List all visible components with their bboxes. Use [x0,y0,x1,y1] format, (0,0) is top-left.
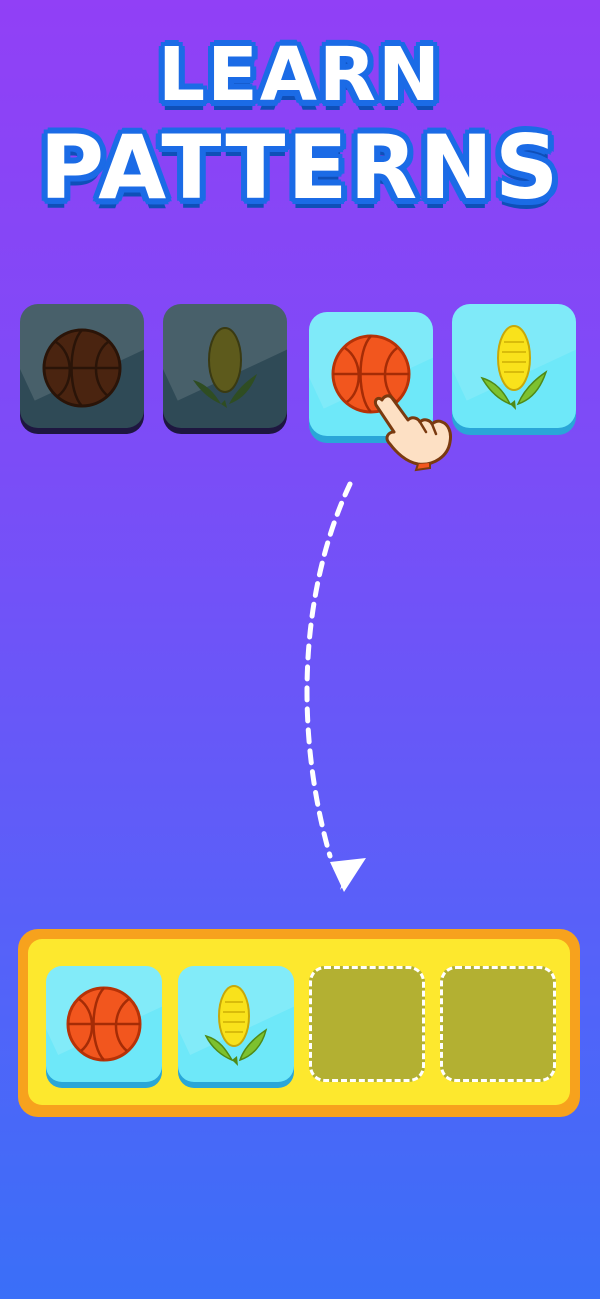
dashed-arrow-down-icon [304,481,366,892]
title-line-learn: LEARN [158,32,442,118]
corn-icon [480,325,548,410]
basketball-icon [42,328,122,408]
answer-slot-4-empty[interactable] [440,966,556,1082]
corn-icon [204,985,268,1066]
basketball-icon [66,986,142,1062]
corn-icon [193,327,257,408]
answer-slot-2-corn[interactable] [178,966,294,1082]
answer-slot-3-empty[interactable] [309,966,425,1082]
pattern-tile-corn-dimmed [163,304,287,428]
answer-slot-1-basketball[interactable] [46,966,162,1082]
hand-pointer-icon [374,394,452,472]
pattern-tile-basketball-dimmed [20,304,144,428]
title-line-patterns: PATTERNS [39,116,561,219]
pattern-tile-corn[interactable] [452,304,576,428]
